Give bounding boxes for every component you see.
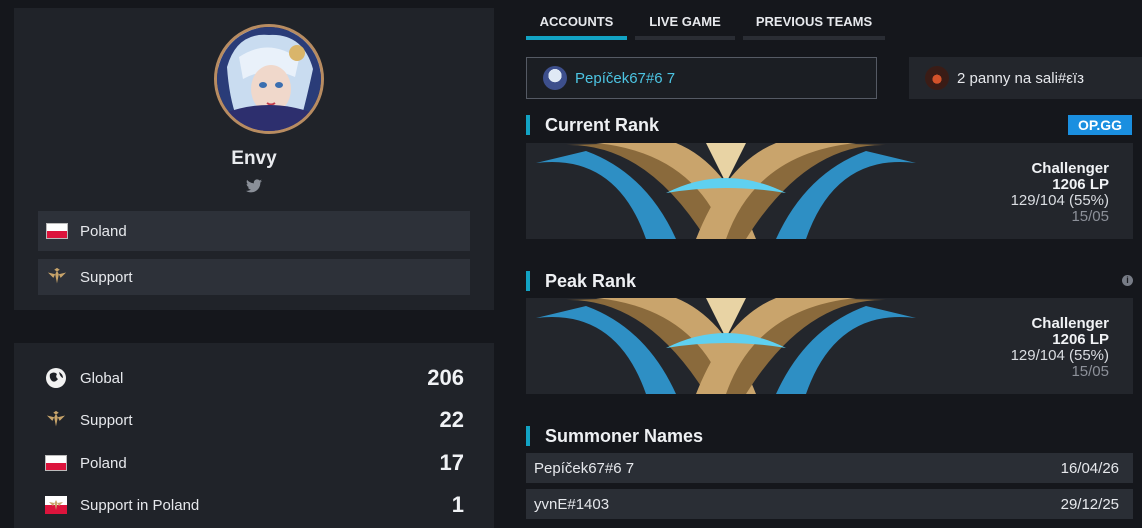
info-icon[interactable]: i — [1122, 275, 1133, 286]
ranking-row-country: Poland 17 — [44, 448, 464, 478]
challenger-emblem-icon — [536, 298, 916, 394]
ranking-value: 22 — [439, 407, 464, 432]
ranking-label: Global — [80, 369, 124, 387]
peak-rank-title: Peak Rank — [545, 270, 637, 291]
player-avatar — [214, 24, 324, 134]
summoner-name-date: 29/12/25 — [1060, 495, 1119, 513]
account-avatar-icon — [543, 66, 567, 90]
account-alt-button[interactable]: 2 panny na sali#εїз — [909, 57, 1142, 99]
poland-flag-icon — [46, 223, 68, 239]
summoner-name: Pepíček67#6 7 — [534, 459, 635, 477]
rank-lp: 1206 LP — [1052, 331, 1109, 348]
support-role-icon — [44, 408, 68, 432]
ranking-value: 206 — [427, 365, 464, 390]
rank-date: 15/05 — [1071, 208, 1109, 225]
country-row: Poland — [38, 211, 470, 251]
summoner-names-title: Summoner Names — [545, 425, 704, 446]
rank-tier: Challenger — [1031, 160, 1109, 177]
role-label: Support — [80, 268, 133, 286]
tab-live-game[interactable]: LIVE GAME — [635, 8, 735, 40]
current-rank-title: Current Rank — [545, 114, 660, 135]
role-row: Support — [38, 259, 470, 295]
support-role-icon — [47, 267, 67, 284]
summoner-name-row: Pepíček67#6 7 16/04/26 — [526, 453, 1133, 483]
summoner-name-row: yvnE#1403 29/12/25 — [526, 489, 1133, 519]
ranking-value: 1 — [451, 492, 464, 517]
section-accent-bar — [526, 115, 530, 135]
ranking-row-role: Support 22 — [44, 405, 464, 435]
country-label: Poland — [80, 222, 127, 240]
section-accent-bar — [526, 271, 530, 291]
tab-accounts[interactable]: ACCOUNTS — [526, 8, 627, 40]
peak-rank-header: Peak Rank — [526, 270, 636, 292]
rank-tier: Challenger — [1031, 315, 1109, 332]
player-name: Envy — [231, 148, 277, 169]
rank-winloss: 129/104 (55%) — [1010, 347, 1109, 364]
summoner-name: yvnE#1403 — [534, 495, 610, 513]
ranking-row-global: Global 206 — [44, 363, 464, 393]
ranking-label: Support in Poland — [80, 496, 200, 514]
account-main-name: Pepíček67#6 7 — [575, 69, 676, 87]
account-alt-name: 2 panny na sali#εїз — [957, 69, 1084, 87]
profile-card: Envy Poland Support — [14, 8, 494, 310]
current-rank-details: Challenger 1206 LP 129/104 (55%) 15/05 — [1011, 161, 1109, 225]
account-main-button[interactable]: Pepíček67#6 7 — [526, 57, 877, 99]
tab-previous-teams[interactable]: PREVIOUS TEAMS — [743, 8, 885, 40]
opgg-link[interactable]: OP.GG — [1068, 115, 1132, 135]
current-rank-panel: Challenger 1206 LP 129/104 (55%) 15/05 — [526, 143, 1133, 239]
section-accent-bar — [526, 426, 530, 446]
ranking-label: Poland — [80, 454, 127, 472]
ranking-row-role-country: Support in Poland 1 — [44, 490, 464, 520]
rank-lp: 1206 LP — [1052, 176, 1109, 193]
poland-flag-icon — [44, 451, 68, 475]
rank-winloss: 129/104 (55%) — [1010, 192, 1109, 209]
ranking-label: Support — [80, 411, 133, 429]
peak-rank-panel: Challenger 1206 LP 129/104 (55%) 15/05 — [526, 298, 1133, 394]
support-poland-flag-icon — [44, 493, 68, 517]
peak-rank-details: Challenger 1206 LP 129/104 (55%) 15/05 — [1011, 316, 1109, 380]
rank-date: 15/05 — [1071, 363, 1109, 380]
rankings-card: Global 206 Support 22 Poland 17 Support … — [14, 343, 494, 528]
ranking-value: 17 — [439, 450, 464, 475]
challenger-emblem-icon — [536, 143, 916, 239]
globe-icon — [44, 366, 68, 390]
summoner-names-header: Summoner Names — [526, 425, 703, 447]
account-avatar-icon — [925, 66, 949, 90]
twitter-icon[interactable] — [246, 179, 262, 193]
current-rank-header: Current Rank — [526, 114, 659, 136]
summoner-name-date: 16/04/26 — [1060, 459, 1119, 477]
